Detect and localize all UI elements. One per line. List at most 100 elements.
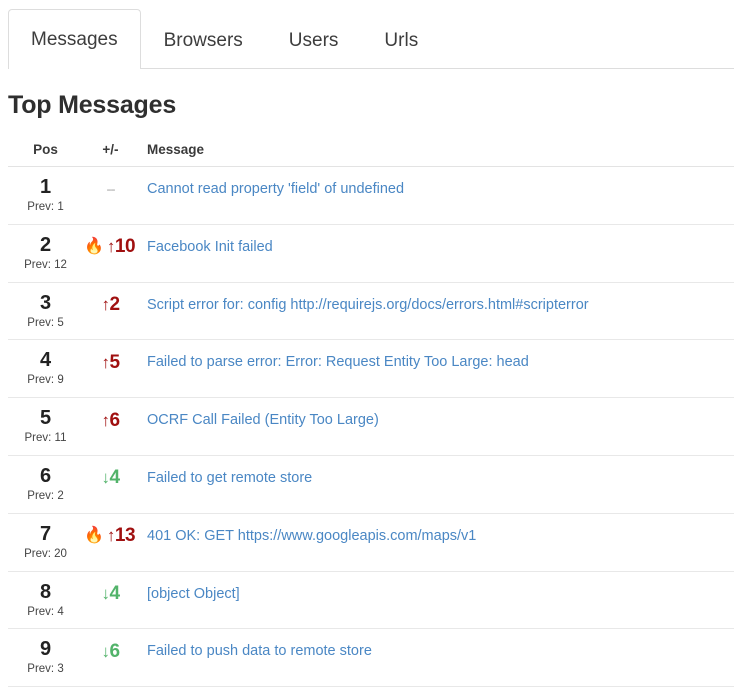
table-row: 5 Prev: 11 ↑ 6 OCRF Call Failed (Entity Too … <box>8 398 734 456</box>
table-row: 4 Prev: 9 ↑ 5 Failed to parse error: Error: … <box>8 340 734 399</box>
arrow-up-icon: ↑ <box>101 352 110 372</box>
delta-cell: ↓ 4 <box>83 581 138 607</box>
tab-users[interactable]: Users <box>266 10 362 69</box>
delta-none: -- <box>106 180 116 198</box>
message-cell: Failed to get remote store <box>138 465 734 489</box>
message-link[interactable]: OCRF Call Failed (Entity Too Large) <box>147 412 379 428</box>
previous-position: Prev: 1 <box>27 201 64 213</box>
delta-up: ↑ 5 <box>101 351 120 373</box>
arrow-up-icon: ↑ <box>101 410 110 430</box>
message-link[interactable]: Script error for: config http://requirej… <box>147 297 589 313</box>
column-header-pos: Pos <box>33 142 58 157</box>
previous-position: Prev: 9 <box>27 374 64 387</box>
delta-down: ↓ 4 <box>101 583 120 605</box>
message-cell: [object Object] <box>138 581 734 605</box>
tab-label: Messages <box>31 29 118 50</box>
table-body: 1 Prev: 1 -- Cannot read property 'field' o… <box>8 167 734 687</box>
message-cell: OCRF Call Failed (Entity Too Large) <box>138 407 734 431</box>
column-header-message: Message <box>147 142 205 157</box>
table-header-row: Pos +/- Message <box>8 137 734 167</box>
message-link[interactable]: Failed to get remote store <box>147 470 312 486</box>
message-cell: Facebook Init failed <box>138 234 734 258</box>
position-cell: 2 Prev: 12 <box>8 234 83 272</box>
position-number: 6 <box>39 464 52 487</box>
message-link[interactable]: [object Object] <box>147 586 240 602</box>
previous-position: Prev: 12 <box>24 258 67 271</box>
delta-value: 4 <box>109 467 120 489</box>
arrow-up-icon: ↑ <box>106 526 116 546</box>
message-link[interactable]: 401 OK: GET https://www.googleapis.com/m… <box>147 528 476 544</box>
delta-cell: ↓ 6 <box>83 638 138 664</box>
previous-position: Prev: 4 <box>27 605 64 618</box>
column-header-delta: +/- <box>102 142 119 157</box>
previous-position: Prev: 5 <box>27 316 64 329</box>
fire-icon: 🔥 <box>83 237 104 255</box>
tab-label: Urls <box>384 29 419 51</box>
delta-value: 4 <box>109 583 120 605</box>
message-cell: Script error for: config http://requirej… <box>138 292 734 316</box>
arrow-down-icon: ↓ <box>101 468 110 488</box>
arrow-up-icon: ↑ <box>106 237 116 257</box>
top-messages-table: Pos +/- Message 1 Prev: 1 -- Cannot read pr… <box>8 137 734 687</box>
message-link[interactable]: Failed to parse error: Error: Request En… <box>147 354 529 370</box>
position-number: 4 <box>39 349 52 372</box>
table-row: 6 Prev: 2 ↓ 4 Failed to get remote store <box>8 456 734 514</box>
arrow-down-icon: ↓ <box>101 641 110 661</box>
table-row: 3 Prev: 5 ↑ 2 Script error for: config http:… <box>8 283 734 341</box>
delta-cell: ↓ 4 <box>83 465 138 491</box>
tab-label: Browsers <box>163 29 243 51</box>
position-number: 2 <box>39 233 52 256</box>
delta-cell: ↑ 5 <box>83 349 138 375</box>
delta-value: 2 <box>109 294 120 316</box>
delta-down: ↓ 4 <box>101 467 120 489</box>
previous-position: Prev: 2 <box>27 489 64 502</box>
arrow-down-icon: ↓ <box>101 584 110 604</box>
fire-icon: 🔥 <box>83 526 104 544</box>
delta-value: 6 <box>109 640 120 662</box>
table-row: 2 Prev: 12 🔥 ↑ 10 Facebook Init failed <box>8 225 734 283</box>
page-title: Top Messages <box>8 91 177 119</box>
delta-cell: ↑ 2 <box>83 292 138 318</box>
position-number: 3 <box>39 291 52 314</box>
table-row: 8 Prev: 4 ↓ 4 [object Object] <box>8 572 734 630</box>
delta-value: 13 <box>114 525 136 547</box>
position-number: 7 <box>39 522 52 545</box>
delta-value: 5 <box>109 351 120 373</box>
delta-cell: 🔥 ↑ 13 <box>83 523 138 549</box>
delta-up: ↑ 2 <box>101 294 120 316</box>
position-cell: 7 Prev: 20 <box>8 523 83 561</box>
message-cell: Failed to push data to remote store <box>138 638 734 662</box>
delta-up: ↑ 13 <box>106 525 136 547</box>
tab-messages[interactable]: Messages <box>8 9 141 69</box>
delta-up: ↑ 10 <box>106 237 136 257</box>
message-cell: Cannot read property 'field' of undefine… <box>138 176 734 200</box>
table-row: 9 Prev: 3 ↓ 6 Failed to push data to remote … <box>8 629 734 687</box>
message-link[interactable]: Facebook Init failed <box>147 239 273 255</box>
tab-list: Messages Browsers Users Urls <box>8 0 734 69</box>
tab-browsers[interactable]: Browsers <box>141 10 266 69</box>
message-link[interactable]: Cannot read property 'field' of undefine… <box>147 181 404 197</box>
position-number: 1 <box>39 176 52 198</box>
position-cell: 5 Prev: 11 <box>8 407 83 445</box>
previous-position: Prev: 3 <box>27 663 64 676</box>
position-cell: 1 Prev: 1 <box>8 176 83 214</box>
tab-urls[interactable]: Urls <box>361 10 441 69</box>
message-link[interactable]: Failed to push data to remote store <box>147 643 372 659</box>
delta-value: 6 <box>109 409 120 431</box>
table-row: 1 Prev: 1 -- Cannot read property 'field' o… <box>8 167 734 225</box>
position-cell: 9 Prev: 3 <box>8 638 83 676</box>
arrow-up-icon: ↑ <box>101 295 110 315</box>
delta-cell: -- <box>83 176 138 202</box>
position-cell: 4 Prev: 9 <box>8 349 83 387</box>
previous-position: Prev: 20 <box>24 547 67 560</box>
delta-cell: 🔥 ↑ 10 <box>83 234 138 260</box>
previous-position: Prev: 11 <box>24 432 67 445</box>
position-cell: 6 Prev: 2 <box>8 465 83 503</box>
position-cell: 3 Prev: 5 <box>8 292 83 330</box>
position-number: 9 <box>39 638 52 661</box>
delta-up: ↑ 6 <box>101 409 120 431</box>
tab-bar: Messages Browsers Users Urls <box>0 0 734 69</box>
tab-label: Users <box>288 29 339 51</box>
position-cell: 8 Prev: 4 <box>8 581 83 619</box>
message-cell: Failed to parse error: Error: Request En… <box>138 349 734 373</box>
